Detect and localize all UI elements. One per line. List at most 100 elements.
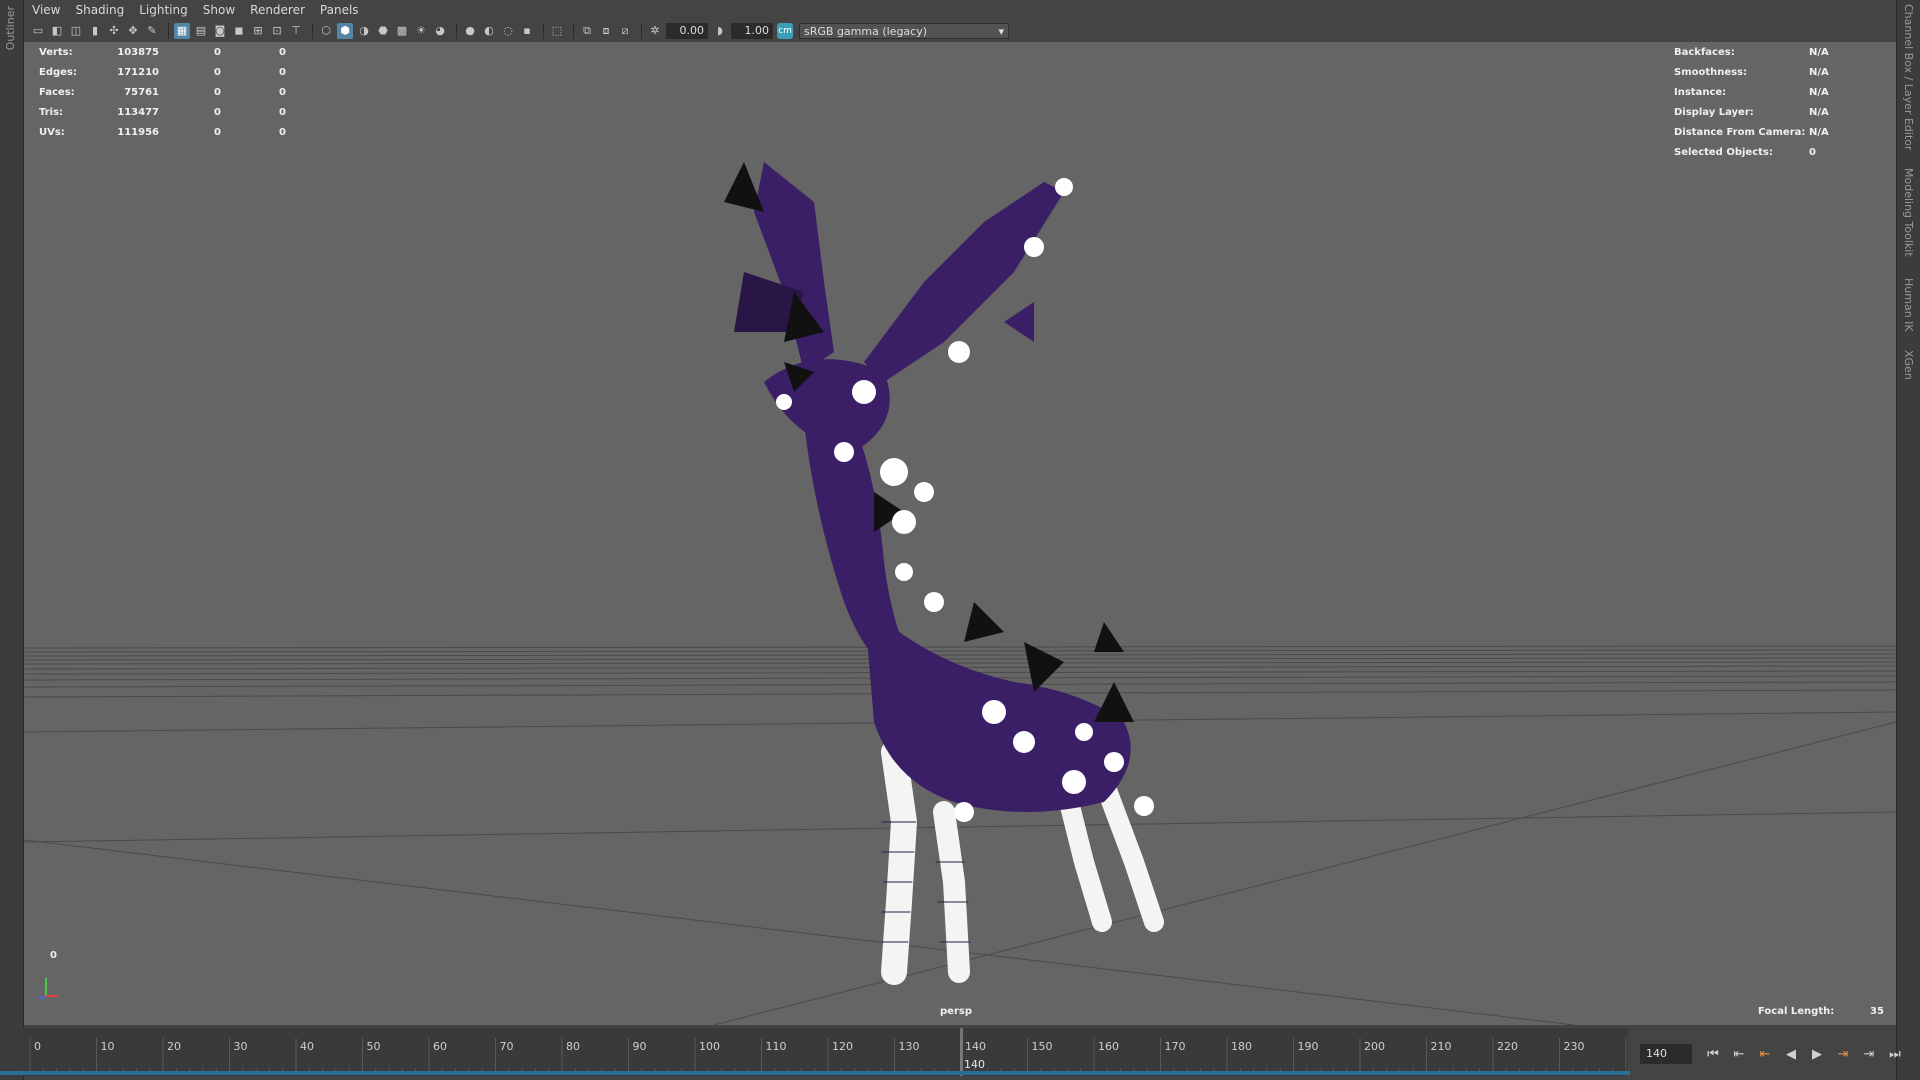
hud-label: Instance: [1674,86,1727,98]
tab-channel-box[interactable]: Channel Box / Layer Editor [1902,4,1915,151]
viewport-scene [24,162,1896,1025]
step-back-key-icon[interactable]: ⇤ [1752,1042,1778,1066]
bookmarks-icon[interactable]: ◫ [68,23,84,39]
hud-value: 0 [214,126,221,138]
view-axis-icon [38,978,58,1000]
timeline-tick-label: 90 [633,1040,647,1053]
xray-active-components-icon[interactable]: ⧈ [598,23,614,39]
exposure-icon[interactable]: ✲ [647,23,663,39]
play-backwards-icon[interactable]: ◀ [1778,1042,1804,1066]
panel-toolbar: ▭ ◧ ◫ ▮ ✣ ✥ ✎ ▦ ▤ ◙ ◼ ⊞ ⊡ ⊤ ⬡ ⬢ ◑ ⬣ ▩ ☀ … [24,20,1896,42]
menu-show[interactable]: Show [203,3,235,17]
current-frame-label: 140 [964,1058,985,1071]
menu-view[interactable]: View [32,3,60,17]
hud-row-uvs: UVs: 111956 0 0 [39,122,286,142]
current-frame-field[interactable]: 140 [1640,1044,1692,1064]
timeline-tick-label: 140 [965,1040,986,1053]
hud-row-backfaces: Backfaces: N/A [1674,42,1829,62]
2d-pan-zoom-icon[interactable]: ✥ [125,23,141,39]
wireframe-on-shaded-icon[interactable]: ⬣ [375,23,391,39]
screen-space-ao-icon[interactable]: ● [462,23,478,39]
isolate-select-icon[interactable]: ⬚ [549,23,565,39]
hud-value: 103875 [117,46,159,58]
bookmark-icon[interactable]: ▮ [87,23,103,39]
wireframe-icon[interactable]: ⬡ [318,23,334,39]
xray-icon[interactable]: ⧉ [579,23,595,39]
timeline-tick-label: 130 [899,1040,920,1053]
grid-icon[interactable]: ▦ [174,23,190,39]
hud-value: 111956 [117,126,159,138]
timeline-tick-label: 10 [101,1040,115,1053]
hud-label: Verts: [39,46,73,58]
timeline-tick-label: 180 [1231,1040,1252,1053]
panel-menu-bar: View Shading Lighting Show Renderer Pane… [24,0,1896,20]
resolution-gate-icon[interactable]: ◙ [212,23,228,39]
hud-label: Smoothness: [1674,66,1748,78]
menu-renderer[interactable]: Renderer [250,3,305,17]
motion-blur-icon[interactable]: ◐ [481,23,497,39]
hud-label: Selected Objects: [1674,146,1773,158]
menu-lighting[interactable]: Lighting [139,3,188,17]
outliner-tab[interactable]: Outliner [4,6,17,50]
film-gate-icon[interactable]: ▤ [193,23,209,39]
hud-row-display-layer: Display Layer: N/A [1674,102,1829,122]
hud-row-smoothness: Smoothness: N/A [1674,62,1829,82]
hud-label: Tris: [39,106,64,118]
go-to-start-icon[interactable]: ⏮ [1700,1042,1726,1066]
focal-length-value: 35 [1870,1006,1884,1017]
smooth-shade-icon[interactable]: ⬢ [337,23,353,39]
timeline-tick-label: 40 [300,1040,314,1053]
tab-human-ik[interactable]: Human IK [1902,278,1915,332]
hud-row-instance: Instance: N/A [1674,82,1829,102]
playback-range-bar [0,1071,1630,1075]
timeline-tick-label: 190 [1298,1040,1319,1053]
grease-pencil-icon[interactable]: ✎ [144,23,160,39]
hud-value: 0 [279,126,286,138]
exposure-field[interactable]: 0.00 [666,23,708,39]
timeline-tick-label: 220 [1497,1040,1518,1053]
perspective-viewport[interactable]: Verts: 103875 0 0 Edges: 171210 0 0 Face… [24,42,1896,1025]
outliner-strip: Outliner [0,0,24,1080]
hud-label: Backfaces: [1674,46,1735,58]
depth-of-field-icon[interactable]: ▪ [519,23,535,39]
time-slider[interactable]: 0 10 20 30 40 50 60 70 80 90 100 110 120 130 140 150 160… [18,1028,1628,1076]
image-plane-icon[interactable]: ✣ [106,23,122,39]
safe-title-icon[interactable]: ⊤ [288,23,304,39]
select-camera-icon[interactable]: ▭ [30,23,46,39]
hud-row-verts: Verts: 103875 0 0 [39,42,286,62]
timeline-tick-label: 100 [699,1040,720,1053]
current-frame-marker [960,1028,963,1076]
use-all-lights-icon[interactable]: ☀ [413,23,429,39]
field-chart-icon[interactable]: ⊞ [250,23,266,39]
go-to-end-icon[interactable]: ⏭ [1882,1042,1908,1066]
tab-modeling-toolkit[interactable]: Modeling Toolkit [1902,168,1915,257]
gamma-field[interactable]: 1.00 [731,23,773,39]
hud-value: N/A [1809,86,1829,98]
timeline-tick-label: 110 [766,1040,787,1053]
gamma-icon[interactable]: ◗ [712,23,728,39]
tab-xgen[interactable]: XGen [1902,350,1915,380]
play-forwards-icon[interactable]: ▶ [1804,1042,1830,1066]
textured-icon[interactable]: ▩ [394,23,410,39]
step-back-frame-icon[interactable]: ⇤ [1726,1042,1752,1066]
timeline-tick-label: 60 [433,1040,447,1053]
menu-panels[interactable]: Panels [320,3,359,17]
hud-value: N/A [1809,126,1829,138]
step-forward-key-icon[interactable]: ⇥ [1830,1042,1856,1066]
color-management-icon[interactable]: cm [777,23,793,39]
poly-count-hud: Verts: 103875 0 0 Edges: 171210 0 0 Face… [39,42,286,142]
default-material-icon[interactable]: ◑ [356,23,372,39]
xray-joints-icon[interactable]: ⧄ [617,23,633,39]
gate-mask-icon[interactable]: ◼ [231,23,247,39]
menu-shading[interactable]: Shading [75,3,124,17]
camera-attributes-icon[interactable]: ◧ [49,23,65,39]
step-forward-frame-icon[interactable]: ⇥ [1856,1042,1882,1066]
focal-length-label: Focal Length: [1758,1006,1835,1017]
view-transform-dropdown[interactable]: sRGB gamma (legacy) ▾ [799,23,1009,39]
anti-aliasing-icon[interactable]: ◌ [500,23,516,39]
safe-action-icon[interactable]: ⊡ [269,23,285,39]
shadows-icon[interactable]: ◕ [432,23,448,39]
hud-row-edges: Edges: 171210 0 0 [39,62,286,82]
toolbar-divider [168,23,169,39]
hud-value: 113477 [117,106,159,118]
